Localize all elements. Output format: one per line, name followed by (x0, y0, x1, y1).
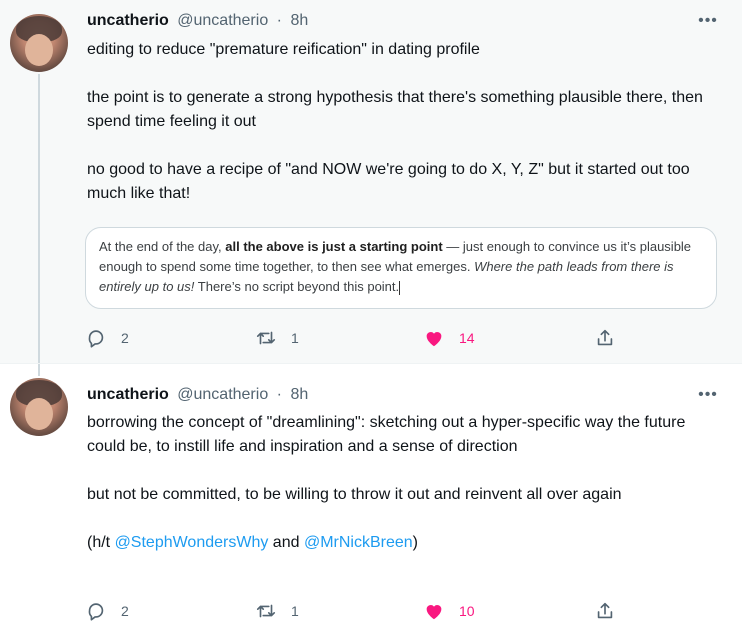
like-count: 10 (459, 603, 475, 619)
tweet-paragraph: no good to have a recipe of "and NOW we'… (87, 161, 690, 202)
reply-button[interactable]: 2 (85, 326, 129, 350)
reply-button[interactable]: 2 (85, 599, 129, 623)
retweet-count: 1 (291, 330, 299, 346)
retweet-count: 1 (291, 603, 299, 619)
like-count: 14 (459, 330, 475, 346)
thread-line (38, 74, 40, 363)
share-icon (597, 602, 613, 619)
more-icon[interactable]: ••• (697, 387, 719, 410)
tweet-header: uncatherio @uncatherio · 8h (87, 10, 308, 32)
tweet-header: uncatherio @uncatherio · 8h (87, 384, 308, 406)
tweet-text: editing to reduce "premature reification… (87, 38, 727, 206)
tweet-paragraph: (h/t @StephWondersWhy and @MrNickBreen) (87, 534, 418, 551)
timestamp[interactable]: 8h (290, 386, 308, 403)
tweet-paragraph: editing to reduce "premature reification… (87, 41, 480, 58)
author-handle[interactable]: @uncatherio (177, 12, 268, 29)
tweet-paragraph: borrowing the concept of "dreamlining": … (87, 414, 686, 455)
avatar[interactable] (10, 378, 68, 436)
tweet-actions: 2 1 10 (85, 599, 625, 623)
author-name[interactable]: uncatherio (87, 386, 169, 403)
tweet-paragraph: the point is to generate a strong hypoth… (87, 89, 703, 130)
mention-link[interactable]: @MrNickBreen (304, 534, 413, 551)
more-icon[interactable]: ••• (697, 13, 719, 36)
avatar[interactable] (10, 14, 68, 72)
separator: · (276, 12, 282, 29)
retweet-icon (256, 331, 276, 345)
quoted-text: At the end of the day, all the above is … (99, 239, 692, 295)
heart-filled-icon (426, 605, 442, 620)
text-cursor (399, 280, 401, 295)
timestamp[interactable]: 8h (290, 12, 308, 29)
tweet-1[interactable]: uncatherio @uncatherio · 8h ••• editing … (0, 0, 742, 363)
thread-line (38, 364, 40, 376)
retweet-button[interactable]: 1 (255, 599, 299, 623)
share-button[interactable] (594, 326, 616, 350)
quoted-screenshot[interactable]: At the end of the day, all the above is … (85, 227, 717, 309)
share-icon (597, 329, 613, 346)
tweet-2[interactable]: uncatherio @uncatherio · 8h ••• borrowin… (0, 363, 742, 638)
author-handle[interactable]: @uncatherio (177, 386, 268, 403)
reply-count: 2 (121, 603, 129, 619)
tweet-actions: 2 1 14 (85, 326, 625, 350)
heart-filled-icon (426, 332, 442, 347)
retweet-icon (256, 604, 276, 618)
reply-count: 2 (121, 330, 129, 346)
share-button[interactable] (594, 599, 616, 623)
retweet-button[interactable]: 1 (255, 326, 299, 350)
tweet-text: borrowing the concept of "dreamlining": … (87, 411, 727, 555)
reply-icon (88, 603, 104, 621)
author-name[interactable]: uncatherio (87, 12, 169, 29)
mention-link[interactable]: @StephWondersWhy (115, 534, 269, 551)
like-button[interactable]: 10 (423, 599, 475, 623)
tweet-paragraph: but not be committed, to be willing to t… (87, 486, 622, 503)
reply-icon (88, 330, 104, 348)
separator: · (276, 386, 282, 403)
like-button[interactable]: 14 (423, 326, 475, 350)
